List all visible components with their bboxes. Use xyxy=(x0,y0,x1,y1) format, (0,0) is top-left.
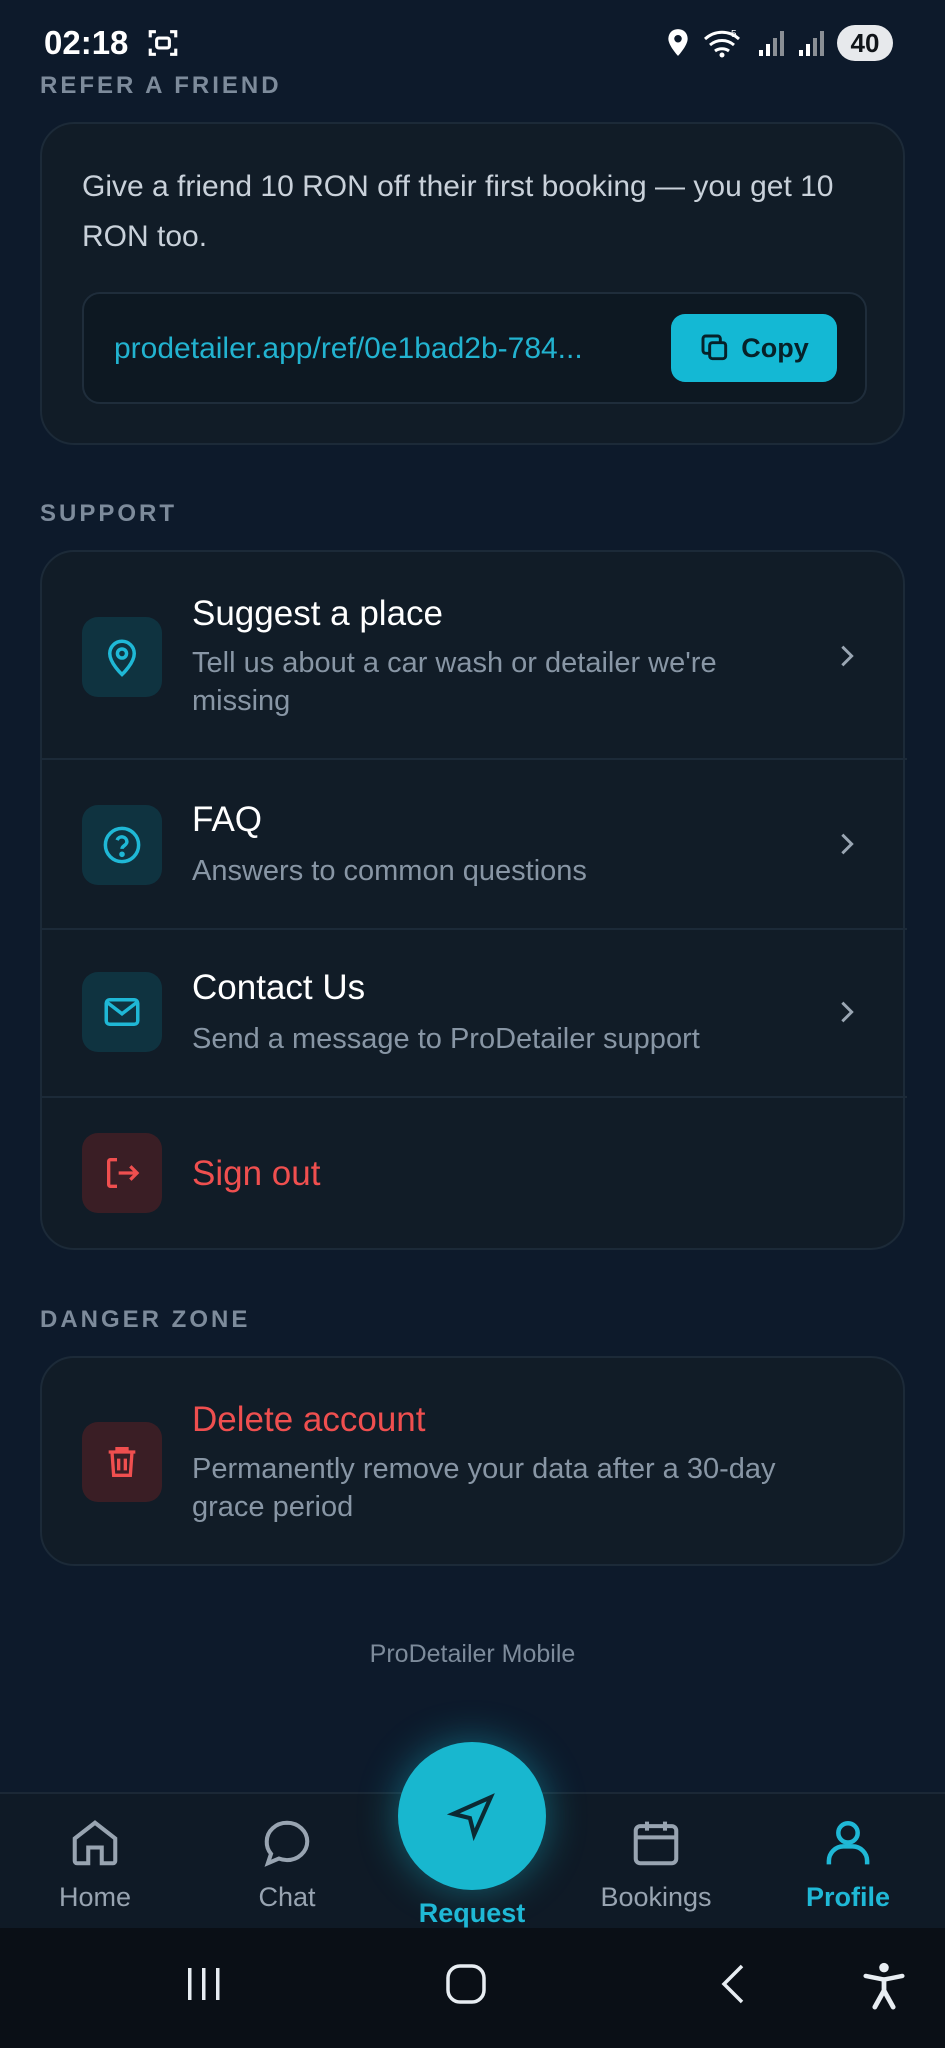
danger-section-title: DANGER ZONE xyxy=(40,1306,251,1333)
chat-icon xyxy=(264,1820,310,1867)
support-section-title: SUPPORT xyxy=(40,500,178,527)
request-label: Request xyxy=(418,1898,526,1928)
sign-out-label: Sign out xyxy=(192,1154,321,1193)
nav-label: Bookings xyxy=(600,1882,712,1912)
nav-chat[interactable]: Chat xyxy=(207,1816,367,1913)
sign-out-icon xyxy=(82,1133,162,1213)
delete-account-row[interactable]: Delete account Permanently remove your d… xyxy=(42,1358,907,1564)
back-icon[interactable] xyxy=(712,1962,756,2006)
refer-card: Give a friend 10 RON off their first boo… xyxy=(40,122,905,445)
send-icon xyxy=(447,1793,495,1841)
row-title: FAQ xyxy=(192,800,263,839)
row-subtitle: Send a message to ProDetailer support xyxy=(192,1023,700,1055)
referral-link-box: prodetailer.app/ref/0e1bad2b-784... Copy xyxy=(82,292,867,404)
nav-bookings[interactable]: Bookings xyxy=(576,1816,736,1913)
sign-out-row[interactable]: Sign out xyxy=(42,1098,907,1248)
status-icons: 5 40 xyxy=(665,24,893,62)
user-icon xyxy=(826,1820,870,1865)
home-icon xyxy=(72,1820,118,1866)
map-pin-icon xyxy=(82,617,162,697)
row-subtitle: Tell us about a car wash or detailer we'… xyxy=(192,647,717,717)
signal-icon xyxy=(799,31,824,56)
copy-button-label: Copy xyxy=(741,332,809,363)
request-button[interactable] xyxy=(398,1742,546,1890)
nav-label: Profile xyxy=(805,1882,891,1912)
system-nav-bar xyxy=(0,1928,945,2048)
refer-description: Give a friend 10 RON off their first boo… xyxy=(82,170,834,253)
copy-icon xyxy=(701,334,728,361)
wifi-icon: 5 xyxy=(703,29,741,58)
row-title: Suggest a place xyxy=(192,594,444,633)
contact-us-row[interactable]: Contact Us Send a message to ProDetailer… xyxy=(42,930,907,1098)
row-subtitle: Answers to common questions xyxy=(192,855,587,887)
battery-indicator: 40 xyxy=(837,25,893,61)
referral-link[interactable]: prodetailer.app/ref/0e1bad2b-784... xyxy=(114,332,634,366)
nav-label: Home xyxy=(58,1882,132,1912)
row-title: Contact Us xyxy=(192,968,366,1007)
calendar-icon xyxy=(633,1821,679,1866)
home-system-icon[interactable] xyxy=(444,1962,488,2006)
delete-account-subtitle: Permanently remove your data after a 30-… xyxy=(192,1453,776,1523)
chevron-right-icon xyxy=(841,833,854,855)
status-bar: 02:18 5 40 xyxy=(0,0,945,80)
suggest-place-row[interactable]: Suggest a place Tell us about a car wash… xyxy=(42,552,907,760)
delete-account-title: Delete account xyxy=(192,1400,426,1439)
chevron-right-icon xyxy=(841,1001,854,1023)
status-time: 02:18 xyxy=(44,24,129,61)
refer-section-title: REFER A FRIEND xyxy=(40,72,282,99)
faq-row[interactable]: FAQ Answers to common questions xyxy=(42,760,907,930)
screenshot-icon xyxy=(148,30,178,56)
nav-label: Chat xyxy=(258,1882,316,1912)
question-icon xyxy=(82,805,162,885)
nav-home[interactable]: Home xyxy=(15,1816,175,1913)
trash-icon xyxy=(82,1422,162,1502)
recent-apps-icon[interactable] xyxy=(182,1962,226,2006)
app-footer: ProDetailer Mobile xyxy=(369,1640,576,1668)
support-card: Suggest a place Tell us about a car wash… xyxy=(40,550,907,1250)
profile-screen: 02:18 5 40 REFER A FRIEND Give a friend … xyxy=(0,0,945,2048)
svg-text:5: 5 xyxy=(731,29,737,40)
accessibility-icon[interactable] xyxy=(862,1962,906,2010)
nav-profile[interactable]: Profile xyxy=(768,1816,928,1913)
copy-button[interactable]: Copy xyxy=(671,314,837,382)
danger-card: Delete account Permanently remove your d… xyxy=(40,1356,905,1566)
location-icon xyxy=(668,29,688,56)
signal-icon xyxy=(759,31,784,56)
mail-icon xyxy=(82,972,162,1052)
chevron-right-icon xyxy=(841,645,854,667)
